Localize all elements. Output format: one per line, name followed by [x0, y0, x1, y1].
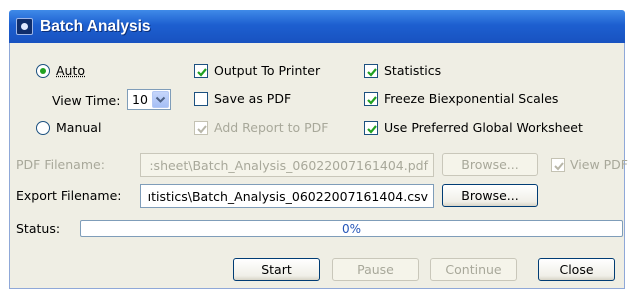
use-preferred-worksheet-label[interactable]: Use Preferred Global Worksheet: [384, 120, 583, 135]
continue-button[interactable]: Continue: [430, 258, 517, 281]
view-pdf-checkbox[interactable]: [551, 158, 565, 172]
use-preferred-worksheet-checkbox[interactable]: [364, 121, 378, 135]
close-button[interactable]: Close: [538, 258, 615, 281]
export-filename-label: Export Filename:: [16, 188, 122, 203]
checkmark-icon: [197, 125, 207, 134]
status-label: Status:: [16, 221, 61, 236]
checkmark-icon: [367, 68, 377, 77]
auto-label[interactable]: Auto: [56, 63, 85, 78]
pdf-browse-button[interactable]: Browse...: [442, 153, 538, 176]
checkmark-icon: [367, 96, 377, 105]
add-report-to-pdf-label[interactable]: Add Report to PDF: [214, 120, 328, 135]
statistics-label[interactable]: Statistics: [384, 63, 441, 78]
pdf-filename-field[interactable]: :sheet\Batch_Analysis_06022007161404.pdf: [140, 153, 434, 177]
pdf-filename-value: :sheet\Batch_Analysis_06022007161404.pdf: [149, 158, 428, 173]
export-filename-value: ıtistics\Batch_Analysis_06022007161404.c…: [147, 189, 428, 204]
checkmark-icon: [197, 68, 207, 77]
app-icon: [16, 18, 33, 35]
progress-bar: 0%: [80, 220, 623, 237]
output-to-printer-label[interactable]: Output To Printer: [214, 63, 320, 78]
view-time-value: 10: [132, 92, 148, 107]
pause-button[interactable]: Pause: [332, 258, 419, 281]
start-button[interactable]: Start: [233, 258, 320, 281]
checkmark-icon: [554, 162, 564, 171]
save-as-pdf-checkbox[interactable]: [194, 92, 208, 106]
output-to-printer-checkbox[interactable]: [194, 64, 208, 78]
dialog-body: Auto View Time: 10 Manual Output To Prin…: [9, 43, 628, 289]
view-pdf-label[interactable]: View PDF: [570, 157, 628, 172]
auto-radio[interactable]: [36, 64, 50, 78]
window-title: Batch Analysis: [40, 18, 151, 35]
freeze-biexponential-checkbox[interactable]: [364, 92, 378, 106]
freeze-biexponential-label[interactable]: Freeze Biexponential Scales: [384, 91, 558, 106]
manual-radio[interactable]: [36, 121, 50, 135]
view-time-select[interactable]: 10: [127, 89, 171, 110]
title-bar[interactable]: Batch Analysis: [9, 10, 625, 43]
view-time-label: View Time:: [52, 93, 121, 108]
export-filename-field[interactable]: ıtistics\Batch_Analysis_06022007161404.c…: [140, 184, 434, 208]
checkmark-icon: [367, 125, 377, 134]
statistics-checkbox[interactable]: [364, 64, 378, 78]
export-browse-button[interactable]: Browse...: [442, 184, 538, 207]
manual-label[interactable]: Manual: [56, 120, 101, 135]
add-report-to-pdf-checkbox[interactable]: [194, 121, 208, 135]
chevron-down-icon[interactable]: [152, 91, 169, 108]
progress-text: 0%: [341, 222, 362, 236]
batch-analysis-dialog: Batch Analysis Auto View Time: 10 Manual…: [0, 0, 636, 294]
pdf-filename-label: PDF Filename:: [16, 157, 105, 172]
save-as-pdf-label[interactable]: Save as PDF: [214, 91, 291, 106]
